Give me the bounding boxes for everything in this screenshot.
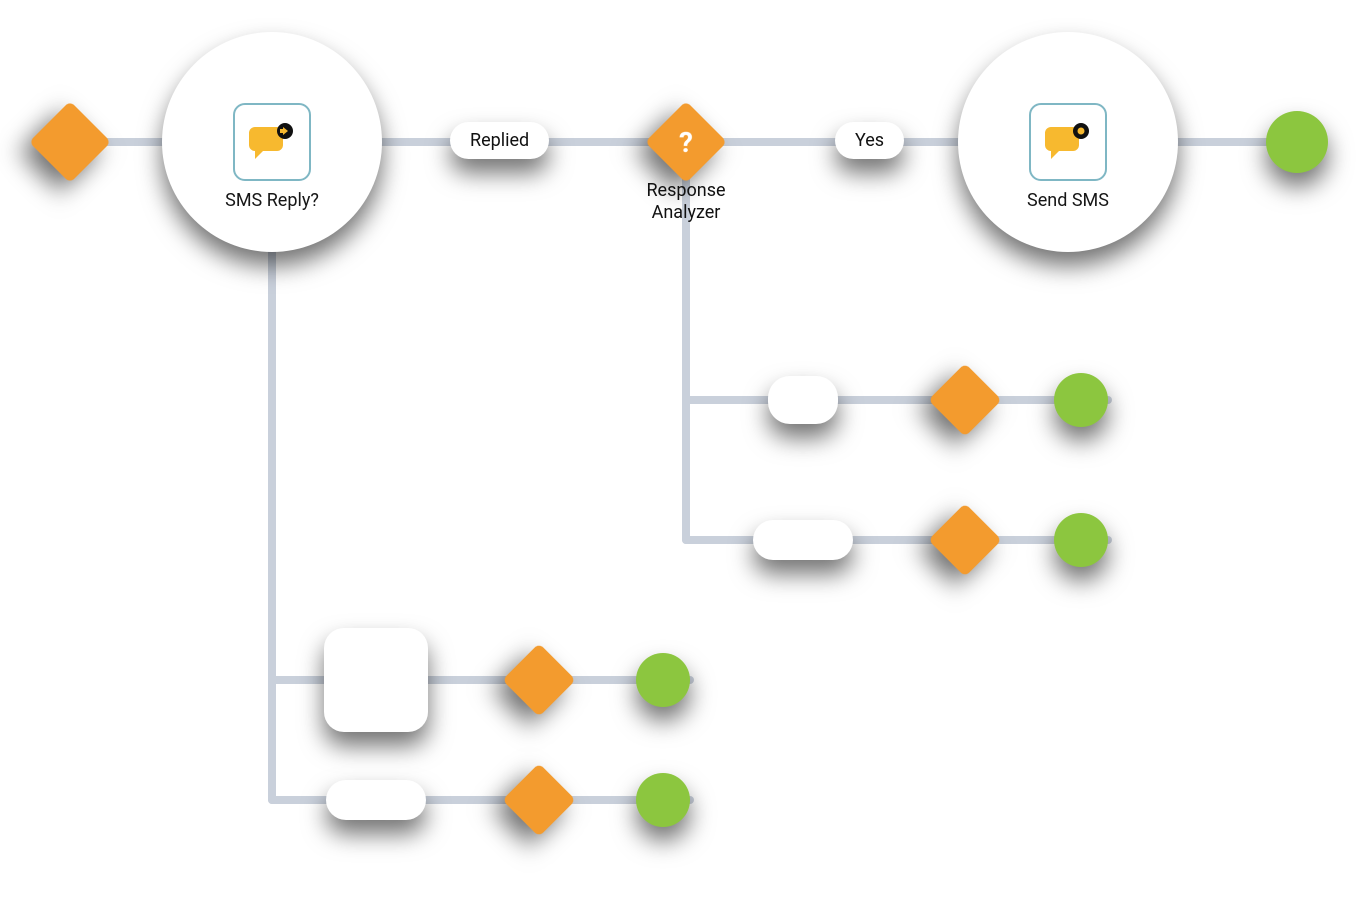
edge-label-branch-a	[768, 376, 838, 424]
node-send-sms-label: Send SMS	[958, 190, 1178, 211]
send-sms-icon	[1029, 103, 1107, 181]
decision-response-analyzer-label: Response Analyzer	[626, 180, 746, 224]
sms-reply-icon	[233, 103, 311, 181]
node-send-sms[interactable]: Send SMS	[958, 32, 1178, 252]
start-decision-diamond[interactable]	[29, 101, 111, 183]
decision-branch-1[interactable]	[502, 643, 576, 717]
node-sms-reply[interactable]: SMS Reply?	[162, 32, 382, 252]
endpoint-branch-2[interactable]	[636, 773, 690, 827]
endpoint-branch-a[interactable]	[1054, 373, 1108, 427]
node-sms-reply-label: SMS Reply?	[162, 190, 382, 211]
decision-branch-2[interactable]	[502, 763, 576, 837]
endpoint-branch-b[interactable]	[1054, 513, 1108, 567]
decision-branch-b[interactable]	[928, 503, 1002, 577]
decision-branch-a[interactable]	[928, 363, 1002, 437]
endpoint-main[interactable]	[1266, 111, 1328, 173]
edge-label-branch-b	[753, 520, 853, 560]
edge-label-replied: Replied	[450, 122, 549, 159]
node-placeholder-square[interactable]	[324, 628, 428, 732]
decision-response-analyzer[interactable]: ?	[645, 101, 727, 183]
edge-label-yes: Yes	[835, 122, 904, 159]
edge-label-branch-2	[326, 780, 426, 820]
question-mark-icon: ?	[657, 113, 715, 171]
endpoint-branch-1[interactable]	[636, 653, 690, 707]
